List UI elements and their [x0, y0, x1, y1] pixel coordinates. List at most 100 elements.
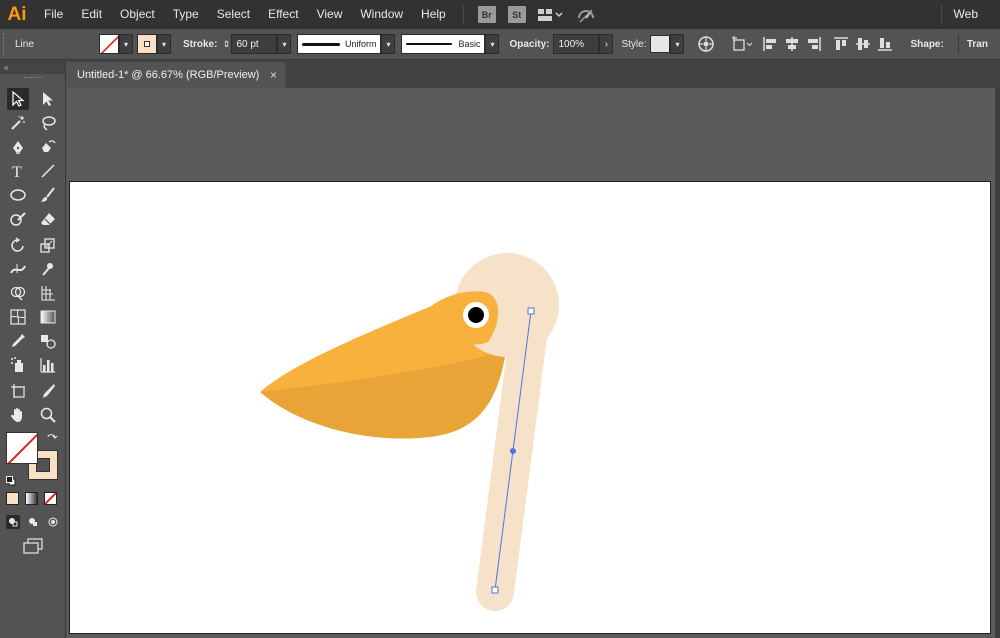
fill-swatch[interactable]: [99, 34, 119, 54]
align-horizontal-center-icon[interactable]: [784, 36, 800, 52]
zoom-icon[interactable]: [37, 404, 59, 426]
align-left-icon[interactable]: [762, 36, 778, 52]
selection-tool-icon[interactable]: [7, 88, 29, 110]
puppet-warp-icon[interactable]: [37, 258, 59, 280]
perspective-grid-icon[interactable]: [37, 282, 59, 304]
brush-dropdown[interactable]: ▾: [485, 34, 500, 54]
document-tab[interactable]: Untitled-1* @ 66.67% (RGB/Preview) ×: [67, 62, 285, 88]
artboard[interactable]: [69, 181, 991, 634]
menu-object[interactable]: Object: [111, 0, 164, 29]
eraser-icon[interactable]: [37, 208, 59, 230]
color-mode-icon[interactable]: [6, 492, 19, 505]
arrange-documents-icon[interactable]: [537, 8, 564, 22]
gradient-icon[interactable]: [37, 306, 59, 328]
align-to-icon[interactable]: [731, 36, 753, 52]
menu-file[interactable]: File: [34, 0, 72, 29]
app-logo: Ai: [7, 3, 27, 25]
swap-fill-stroke-icon[interactable]: [46, 432, 58, 444]
graphic-style-swatch[interactable]: [650, 35, 671, 53]
stroke-weight-dropdown[interactable]: ▾: [277, 34, 292, 54]
stroke-weight-stepper[interactable]: ⇕: [221, 34, 232, 54]
symbol-sprayer-icon[interactable]: [7, 354, 29, 376]
fill-dropdown[interactable]: ▾: [119, 34, 133, 54]
screen-mode-icon[interactable]: [22, 538, 44, 554]
slice-icon[interactable]: [37, 380, 59, 402]
paintbrush-icon[interactable]: [37, 184, 59, 206]
draw-behind-icon[interactable]: [26, 515, 40, 529]
gpu-performance-icon[interactable]: [576, 6, 596, 24]
graphic-style-dropdown[interactable]: ▾: [670, 34, 685, 54]
variable-width-profile[interactable]: Uniform: [297, 34, 382, 54]
tools-panel-grip[interactable]: [24, 77, 42, 78]
recolor-artwork-icon[interactable]: [698, 36, 715, 52]
type-icon[interactable]: T: [7, 160, 29, 182]
workspace-switcher[interactable]: Web: [954, 0, 978, 29]
stroke-color-hole: [36, 458, 50, 472]
shape-builder-icon[interactable]: [7, 282, 29, 304]
pen-icon[interactable]: [7, 136, 29, 158]
color-mode-row: [6, 492, 57, 505]
menu-help[interactable]: Help: [412, 0, 455, 29]
brush-line-preview: [406, 43, 453, 45]
magic-wand-icon[interactable]: [7, 112, 29, 134]
tools-panel-header[interactable]: «: [0, 60, 65, 74]
eyedropper-icon[interactable]: [7, 330, 29, 352]
close-icon[interactable]: ×: [270, 68, 277, 82]
mesh-icon[interactable]: [7, 306, 29, 328]
eye-shape: [468, 307, 484, 323]
vertical-scrollbar[interactable]: [995, 88, 1000, 638]
stroke-swatch[interactable]: [137, 34, 157, 54]
control-bar: Line ▾ ▾ Stroke: ⇕ ▾ Uniform ▾ Basic ▾ O…: [0, 29, 1000, 60]
align-right-icon[interactable]: [806, 36, 822, 52]
fill-color-indicator[interactable]: [6, 432, 38, 464]
ellipse-icon[interactable]: [7, 184, 29, 206]
align-top-icon[interactable]: [833, 36, 849, 52]
opacity-field[interactable]: [553, 34, 600, 54]
shape-label[interactable]: Shape:: [910, 39, 943, 50]
menu-window[interactable]: Window: [351, 0, 412, 29]
stroke-swatch-inner: [144, 41, 150, 47]
stroke-weight-field[interactable]: [231, 34, 278, 54]
artboard-icon[interactable]: [7, 380, 29, 402]
menu-effect[interactable]: Effect: [259, 0, 307, 29]
stock-button[interactable]: St: [507, 6, 526, 23]
line-segment-icon[interactable]: [37, 160, 59, 182]
lasso-icon[interactable]: [37, 112, 59, 134]
menu-edit[interactable]: Edit: [72, 0, 111, 29]
menu-view[interactable]: View: [308, 0, 352, 29]
brush-definition[interactable]: Basic: [401, 34, 486, 54]
scale-icon[interactable]: [37, 234, 59, 256]
variable-width-dropdown[interactable]: ▾: [381, 34, 396, 54]
menu-type[interactable]: Type: [164, 0, 208, 29]
gradient-mode-icon[interactable]: [25, 492, 38, 505]
draw-inside-icon[interactable]: [46, 515, 60, 529]
none-mode-icon[interactable]: [44, 492, 57, 505]
rotate-icon[interactable]: [7, 234, 29, 256]
profile-line-preview: [302, 42, 341, 46]
collapse-panel-icon[interactable]: «: [4, 63, 8, 72]
control-bar-grip[interactable]: [3, 33, 7, 55]
menu-select[interactable]: Select: [208, 0, 259, 29]
column-graph-icon[interactable]: [37, 354, 59, 376]
hand-icon[interactable]: [7, 404, 29, 426]
opacity-label[interactable]: Opacity:: [509, 39, 549, 50]
default-colors-icon[interactable]: [6, 473, 16, 486]
blend-icon[interactable]: [37, 330, 59, 352]
bridge-button[interactable]: Br: [477, 6, 496, 23]
document-tab-title: Untitled-1* @ 66.67% (RGB/Preview): [77, 69, 260, 81]
shaper-icon[interactable]: [7, 208, 29, 230]
anchor-point-top: [527, 307, 535, 315]
align-vertical-center-icon[interactable]: [855, 36, 871, 52]
stroke-dropdown[interactable]: ▾: [157, 34, 171, 54]
align-bottom-icon[interactable]: [877, 36, 893, 52]
menu-divider: [462, 5, 464, 24]
pelican-artwork[interactable]: [70, 182, 992, 635]
draw-mode-row: [6, 515, 60, 529]
transform-label[interactable]: Tran: [967, 39, 988, 50]
direct-selection-icon[interactable]: [37, 88, 59, 110]
opacity-slider-button[interactable]: ›: [599, 34, 614, 54]
width-icon[interactable]: [7, 258, 29, 280]
brush-label: Basic: [458, 39, 481, 49]
draw-normal-icon[interactable]: [6, 515, 20, 529]
curvature-icon[interactable]: [37, 136, 59, 158]
